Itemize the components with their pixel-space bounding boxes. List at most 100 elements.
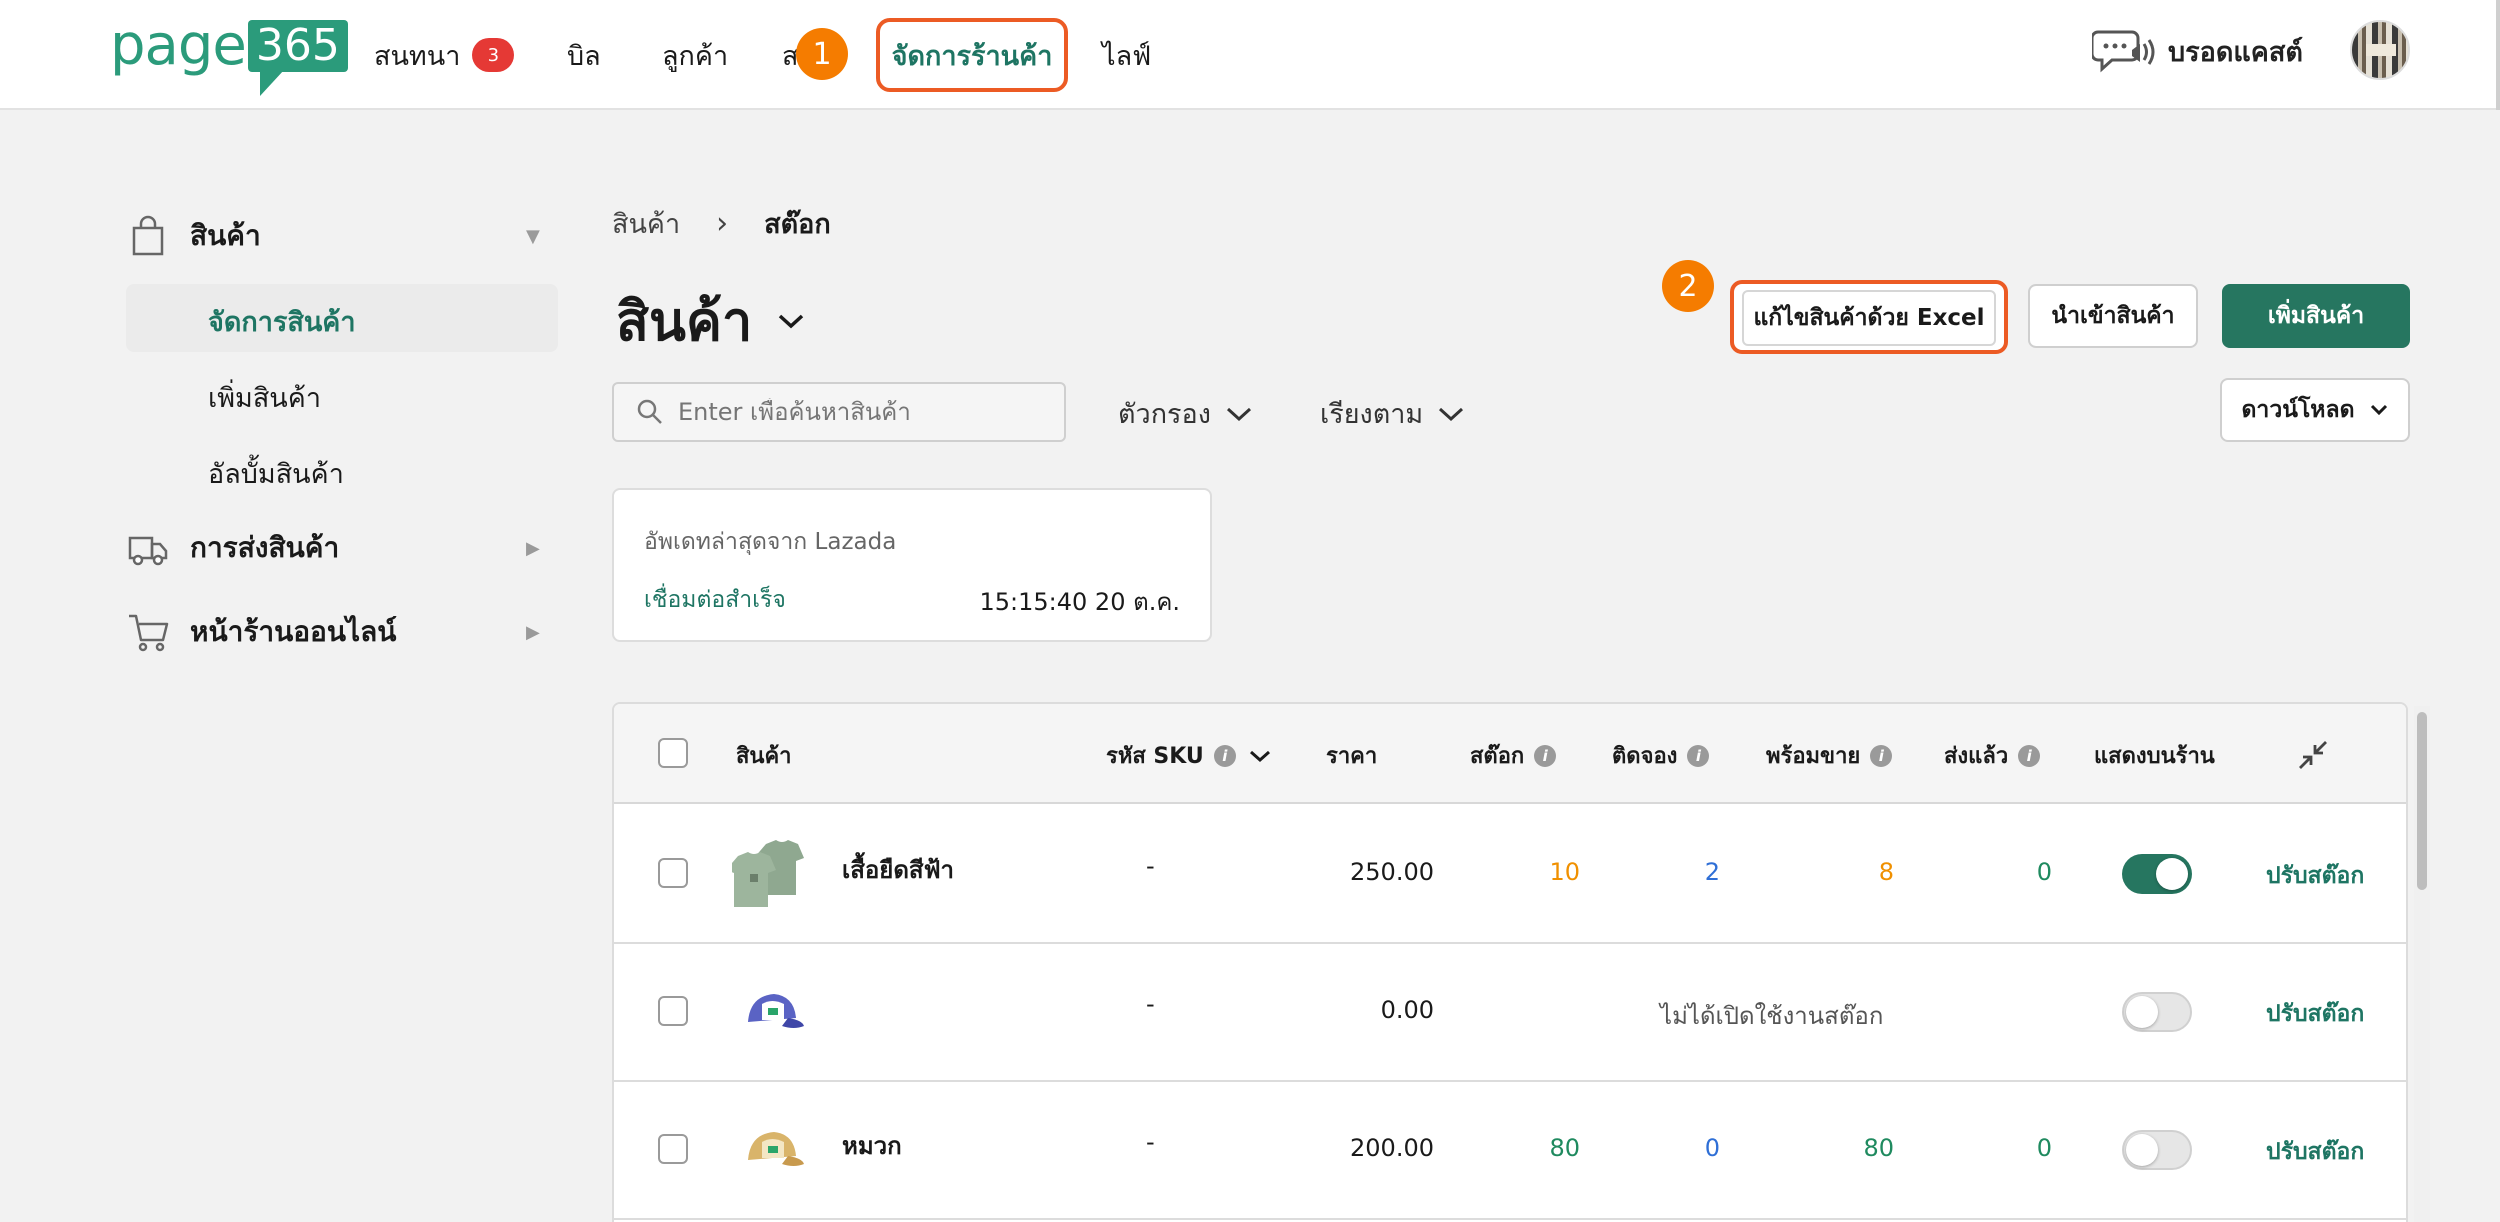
select-all-checkbox[interactable] bbox=[658, 738, 688, 768]
sidebar-sub-product-album[interactable]: อัลบั้มสินค้า bbox=[208, 452, 344, 495]
chevron-down-icon bbox=[779, 314, 804, 329]
adjust-stock-link[interactable]: ปรับสต๊อก bbox=[2266, 1134, 2364, 1170]
toggle-knob bbox=[2126, 996, 2158, 1028]
nav-chat[interactable]: สนทนา 3 bbox=[374, 0, 515, 110]
edit-with-excel-label: แก้ไขสินค้าด้วย Excel bbox=[1742, 290, 1996, 346]
nav-manage-store[interactable]: จัดการร้านค้า bbox=[876, 18, 1068, 92]
chevron-right-icon: › bbox=[716, 206, 729, 241]
product-thumbnail-tshirt[interactable] bbox=[732, 834, 810, 912]
breadcrumb-products[interactable]: สินค้า bbox=[612, 202, 680, 245]
download-dropdown-button[interactable]: ดาวน์โหลด bbox=[2220, 378, 2410, 442]
logo-text-page: page bbox=[110, 13, 247, 78]
sort-dropdown[interactable]: เรียงตาม bbox=[1320, 392, 1465, 435]
show-on-store-toggle[interactable] bbox=[2122, 1130, 2192, 1170]
show-on-store-toggle[interactable] bbox=[2122, 854, 2192, 894]
breadcrumb-stock: สต๊อก bbox=[764, 209, 831, 240]
add-product-button[interactable]: เพิ่มสินค้า bbox=[2222, 284, 2410, 348]
sidebar-item-storefront[interactable]: หน้าร้านออนไลน์ bbox=[126, 610, 396, 654]
chevron-down-icon bbox=[2370, 404, 2387, 416]
breadcrumb: สินค้า › สต๊อก bbox=[612, 202, 831, 245]
table-header: สินค้า รหัส SKU i ราคา สต๊อก i ติดจอง i … bbox=[614, 704, 2406, 804]
col-available: พร้อมขาย i bbox=[1766, 738, 1893, 773]
sidebar-item-shipping[interactable]: การส่งสินค้า bbox=[126, 526, 339, 570]
broadcast-label[interactable]: บรอดแคสต์ bbox=[2168, 30, 2303, 73]
price-value: 0.00 bbox=[1380, 996, 1434, 1024]
shopping-bag-icon bbox=[132, 215, 164, 256]
import-products-button[interactable]: นำเข้าสินค้า bbox=[2028, 284, 2198, 348]
filter-dropdown[interactable]: ตัวกรอง bbox=[1118, 392, 1253, 435]
product-name[interactable]: เสื้อยืดสีฟ้า bbox=[842, 850, 954, 889]
info-icon[interactable]: i bbox=[1687, 744, 1710, 767]
nav-bill[interactable]: บิล bbox=[567, 0, 601, 110]
table-row[interactable]: เสื้อยืดสีฟ้า - 250.00 10 2 8 0 ปรับสต๊อ… bbox=[614, 806, 2406, 944]
reserved-value: 0 bbox=[1704, 1134, 1720, 1162]
sync-timestamp: 15:15:40 20 ต.ค. bbox=[979, 588, 1180, 616]
adjust-stock-link[interactable]: ปรับสต๊อก bbox=[2266, 858, 2364, 894]
row-checkbox[interactable] bbox=[658, 996, 688, 1026]
shipped-value: 0 bbox=[2036, 1134, 2052, 1162]
step-2-marker: 2 bbox=[1662, 260, 1714, 312]
product-search-box[interactable] bbox=[612, 382, 1066, 442]
page-scrollbar[interactable] bbox=[2496, 0, 2500, 110]
caret-right-icon[interactable]: ▶ bbox=[526, 622, 540, 643]
col-reserved: ติดจอง i bbox=[1612, 738, 1710, 773]
top-navigation-bar: page 365 สนทนา 3 บิล ลูกค้า ส 1 จัดการร้… bbox=[0, 0, 2500, 110]
info-icon[interactable]: i bbox=[1213, 744, 1236, 767]
broadcast-megaphone-icon[interactable] bbox=[2092, 24, 2156, 76]
toggle-knob bbox=[2156, 858, 2188, 890]
sidebar-sub-manage-products-label: จัดการสินค้า bbox=[208, 307, 356, 338]
col-product: สินค้า bbox=[736, 744, 792, 769]
col-shipped: ส่งแล้ว i bbox=[1944, 738, 2041, 773]
chevron-down-icon[interactable] bbox=[1248, 748, 1272, 764]
page-title[interactable]: สินค้า bbox=[616, 278, 806, 364]
sidebar-products-label: สินค้า bbox=[190, 219, 261, 252]
adjust-stock-link[interactable]: ปรับสต๊อก bbox=[2266, 996, 2364, 1032]
edit-with-excel-button[interactable]: แก้ไขสินค้าด้วย Excel bbox=[1730, 280, 2008, 354]
sku-value: - bbox=[1146, 852, 1155, 880]
filter-label: ตัวกรอง bbox=[1118, 399, 1211, 430]
product-thumbnail-cap[interactable] bbox=[732, 974, 810, 1052]
info-icon[interactable]: i bbox=[2018, 744, 2041, 767]
col-sku[interactable]: รหัส SKU i bbox=[1106, 738, 1272, 773]
reserved-value: 2 bbox=[1704, 858, 1720, 886]
row-checkbox[interactable] bbox=[658, 858, 688, 888]
sidebar-storefront-label: หน้าร้านออนไลน์ bbox=[190, 615, 397, 648]
product-thumbnail-cap[interactable] bbox=[732, 1112, 810, 1190]
sidebar-sub-manage-products[interactable]: จัดการสินค้า bbox=[126, 284, 558, 352]
table-row[interactable]: - 0.00 ไม่ได้เปิดใช้งานสต๊อก ปรับสต๊อก bbox=[614, 944, 2406, 1082]
col-price: ราคา bbox=[1326, 744, 1378, 769]
caret-right-icon[interactable]: ▶ bbox=[526, 538, 540, 559]
logo-text-365: 365 bbox=[247, 20, 348, 96]
col-reserved-label: ติดจอง bbox=[1612, 744, 1678, 769]
chevron-down-icon bbox=[1439, 407, 1464, 421]
col-shipped-label: ส่งแล้ว bbox=[1944, 744, 2009, 769]
nav-customers[interactable]: ลูกค้า bbox=[662, 0, 728, 110]
product-search-input[interactable] bbox=[678, 398, 1038, 426]
row-checkbox[interactable] bbox=[658, 1134, 688, 1164]
user-avatar[interactable] bbox=[2350, 20, 2410, 80]
info-icon[interactable]: i bbox=[1534, 744, 1557, 767]
nav-chat-label: สนทนา bbox=[374, 40, 461, 72]
sidebar-sub-add-product[interactable]: เพิ่มสินค้า bbox=[208, 376, 321, 419]
show-on-store-toggle[interactable] bbox=[2122, 992, 2192, 1032]
lazada-sync-card: อัพเดทล่าสุดจาก Lazada เชื่อมต่อสำเร็จ 1… bbox=[612, 488, 1212, 642]
available-value: 8 bbox=[1878, 858, 1894, 886]
table-scrollbar[interactable] bbox=[2414, 706, 2430, 1222]
products-table: สินค้า รหัส SKU i ราคา สต๊อก i ติดจอง i … bbox=[612, 702, 2408, 1222]
collapse-columns-icon[interactable] bbox=[2296, 738, 2330, 772]
sidebar-item-products[interactable]: สินค้า bbox=[126, 214, 261, 258]
info-icon[interactable]: i bbox=[1870, 744, 1893, 767]
stock-value: 10 bbox=[1549, 858, 1580, 886]
product-name[interactable]: หมวก bbox=[842, 1126, 902, 1165]
page365-logo[interactable]: page 365 bbox=[110, 16, 348, 96]
search-icon bbox=[637, 399, 662, 424]
nav-live[interactable]: ไลฟ์ bbox=[1102, 0, 1151, 110]
caret-down-icon[interactable]: ▼ bbox=[526, 226, 540, 247]
sort-label: เรียงตาม bbox=[1320, 399, 1424, 430]
table-row[interactable]: หมวก - 200.00 80 0 80 0 ปรับสต๊อก bbox=[614, 1082, 2406, 1220]
step-1-marker: 1 bbox=[796, 28, 848, 80]
sync-status: เชื่อมต่อสำเร็จ bbox=[644, 587, 786, 613]
col-sku-label: รหัส SKU bbox=[1106, 744, 1204, 769]
page-title-text: สินค้า bbox=[616, 290, 753, 353]
toggle-knob bbox=[2126, 1134, 2158, 1166]
